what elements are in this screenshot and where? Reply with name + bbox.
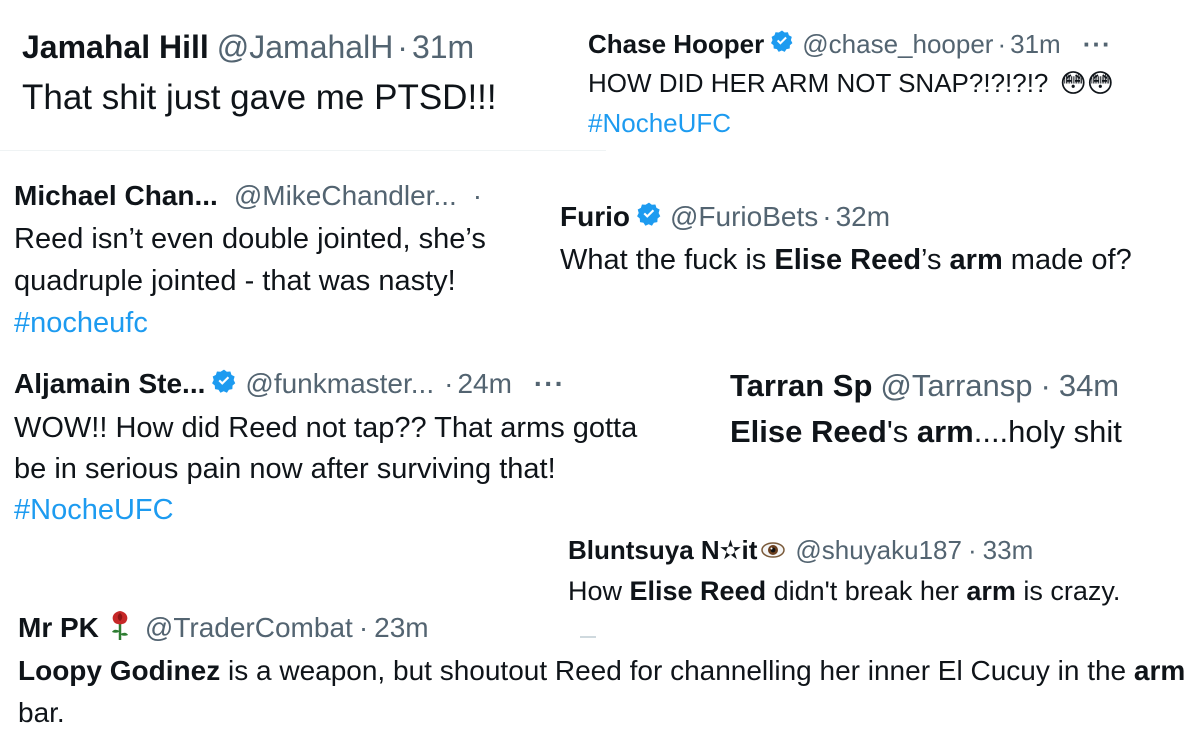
separator-dot: · [444, 368, 454, 399]
author-handle[interactable]: @MikeChandler... [234, 180, 457, 212]
tweet-bluntsuya[interactable]: Bluntsuya N✫it @shuyaku187 · 33m How Eli… [568, 530, 1120, 607]
tweet-header: Michael Chan... @MikeChandler... · [14, 174, 559, 218]
rose-emoji-icon [109, 609, 131, 648]
tweet-header: Chase Hooper @chase_hooper · 31m ··· [588, 26, 1114, 62]
timestamp[interactable]: 32m [836, 201, 890, 233]
tweet-header: Jamahal Hill @JamahalH · 31m [22, 22, 497, 72]
highlighted-keyword: Elise Reed [629, 576, 767, 606]
highlighted-keyword: Loopy Godinez [18, 655, 221, 686]
author-name[interactable]: Michael Chan... [14, 180, 218, 212]
tweet-header: Mr PK @TraderCombat · 23m [18, 606, 1188, 650]
separator-dot: · [997, 28, 1007, 59]
author-handle[interactable]: @chase_hooper [802, 29, 993, 60]
timestamp[interactable]: 31m [412, 29, 474, 66]
author-name[interactable]: Mr PK [18, 612, 99, 644]
text-segment: is crazy. [1015, 576, 1121, 606]
tweet-michael-chandler[interactable]: Michael Chan... @MikeChandler... · Reed … [14, 174, 559, 344]
separator-dot: · [472, 180, 483, 211]
author-name[interactable]: Bluntsuya N✫it [568, 535, 757, 566]
timestamp[interactable]: 24m [457, 368, 511, 400]
tweet-text: HOW DID HER ARM NOT SNAP?!?!?!? 😳😳 [588, 64, 1114, 102]
separator-dot: · [358, 612, 369, 643]
separator-dot: · [397, 28, 408, 65]
tweet-text: Reed isn’t even double jointed, she’s qu… [14, 223, 486, 297]
tweet-header: Aljamain Ste... @funkmaster... · 24m ··· [14, 360, 654, 408]
tweet-jamahal-hill[interactable]: Jamahal Hill @JamahalH · 31m That shit j… [22, 22, 497, 118]
hashtag-link[interactable]: #nocheufc [14, 302, 554, 344]
highlighted-keyword: arm [1133, 655, 1186, 686]
tweet-text: How Elise Reed didn't break her arm is c… [568, 576, 1120, 607]
eye-emoji-icon [761, 535, 786, 566]
tweet-text: That shit just gave me PTSD!!! [22, 78, 497, 117]
author-name[interactable]: Aljamain Ste... [14, 368, 205, 400]
text-segment: How [568, 576, 630, 606]
text-segment: ....holy shit [973, 414, 1122, 449]
text-segment: 's [886, 414, 917, 449]
text-segment: What the fuck is [560, 244, 775, 276]
tweet-aljamain-sterling[interactable]: Aljamain Ste... @funkmaster... · 24m ···… [14, 360, 654, 531]
text-segment: didn't break her [766, 576, 967, 606]
tweet-chase-hooper[interactable]: Chase Hooper @chase_hooper · 31m ··· HOW… [588, 26, 1114, 142]
timestamp[interactable]: 34m [1059, 368, 1119, 404]
tweet-header: Tarran Sp @Tarransp · 34m [730, 362, 1200, 410]
verified-badge-icon [770, 29, 794, 60]
text-segment: ’s [921, 244, 950, 276]
tweet-furio[interactable]: Furio @FurioBets · 32m What the fuck is … [560, 196, 1132, 277]
timestamp[interactable]: 23m [374, 612, 428, 644]
hashtag-link[interactable]: #NocheUFC [588, 104, 1114, 142]
tweet-tarran-sp[interactable]: Tarran Sp @Tarransp · 34m Elise Reed's a… [730, 362, 1200, 450]
author-handle[interactable]: @shuyaku187 [795, 535, 962, 566]
verified-badge-icon [211, 368, 237, 401]
more-options-icon[interactable]: ··· [1083, 29, 1112, 60]
highlighted-keyword: Elise Reed [730, 414, 887, 449]
separator-dot: · [822, 201, 832, 232]
highlighted-keyword: arm [916, 414, 974, 449]
flushed-face-emoji-icon: 😳😳 [1059, 68, 1114, 98]
highlighted-keyword: Elise Reed [774, 244, 922, 276]
author-handle[interactable]: @Tarransp [880, 368, 1032, 404]
separator-dot: · [1040, 368, 1051, 403]
author-name[interactable]: Tarran Sp [730, 368, 872, 404]
tweet-text: WOW!! How did Reed not tap?? That arms g… [14, 408, 654, 531]
timestamp[interactable]: 33m [983, 535, 1034, 566]
more-options-icon[interactable]: ··· [534, 368, 565, 400]
timestamp[interactable]: 31m [1010, 29, 1061, 60]
tweet-header: Furio @FurioBets · 32m [560, 196, 1132, 238]
divider [0, 150, 606, 151]
author-name[interactable]: Chase Hooper [588, 29, 764, 60]
tweet-mr-pk[interactable]: Mr PK @TraderCombat · 23m Loopy Godinez … [18, 606, 1188, 734]
tweet-header: Bluntsuya N✫it @shuyaku187 · 33m [568, 530, 1120, 570]
author-handle[interactable]: @JamahalH [217, 29, 394, 66]
tweet-text: Elise Reed's arm....holy shit [730, 414, 1200, 450]
tweet-text: What the fuck is Elise Reed’s arm made o… [560, 244, 1132, 277]
text-segment: WOW!! How did Reed not tap?? That arms g… [14, 412, 638, 485]
tweet-text: Loopy Godinez is a weapon, but shoutout … [18, 650, 1188, 734]
text-segment: made of? [1002, 244, 1132, 276]
highlighted-keyword: arm [966, 576, 1016, 606]
author-handle[interactable]: @funkmaster... [245, 368, 434, 400]
author-name[interactable]: Jamahal Hill [22, 29, 209, 66]
text-segment: bar. [18, 697, 65, 728]
verified-badge-icon [636, 201, 662, 234]
author-handle[interactable]: @FurioBets [670, 201, 818, 233]
highlighted-keyword: arm [949, 244, 1003, 276]
author-handle[interactable]: @TraderCombat [145, 612, 353, 644]
tweet-text-line: HOW DID HER ARM NOT SNAP?!?!?!? [588, 68, 1049, 98]
author-name[interactable]: Furio [560, 201, 630, 233]
text-segment: is a weapon, but shoutout Reed for chann… [220, 655, 1134, 686]
separator-dot: · [967, 534, 977, 565]
hashtag-link[interactable]: #NocheUFC [14, 494, 174, 526]
